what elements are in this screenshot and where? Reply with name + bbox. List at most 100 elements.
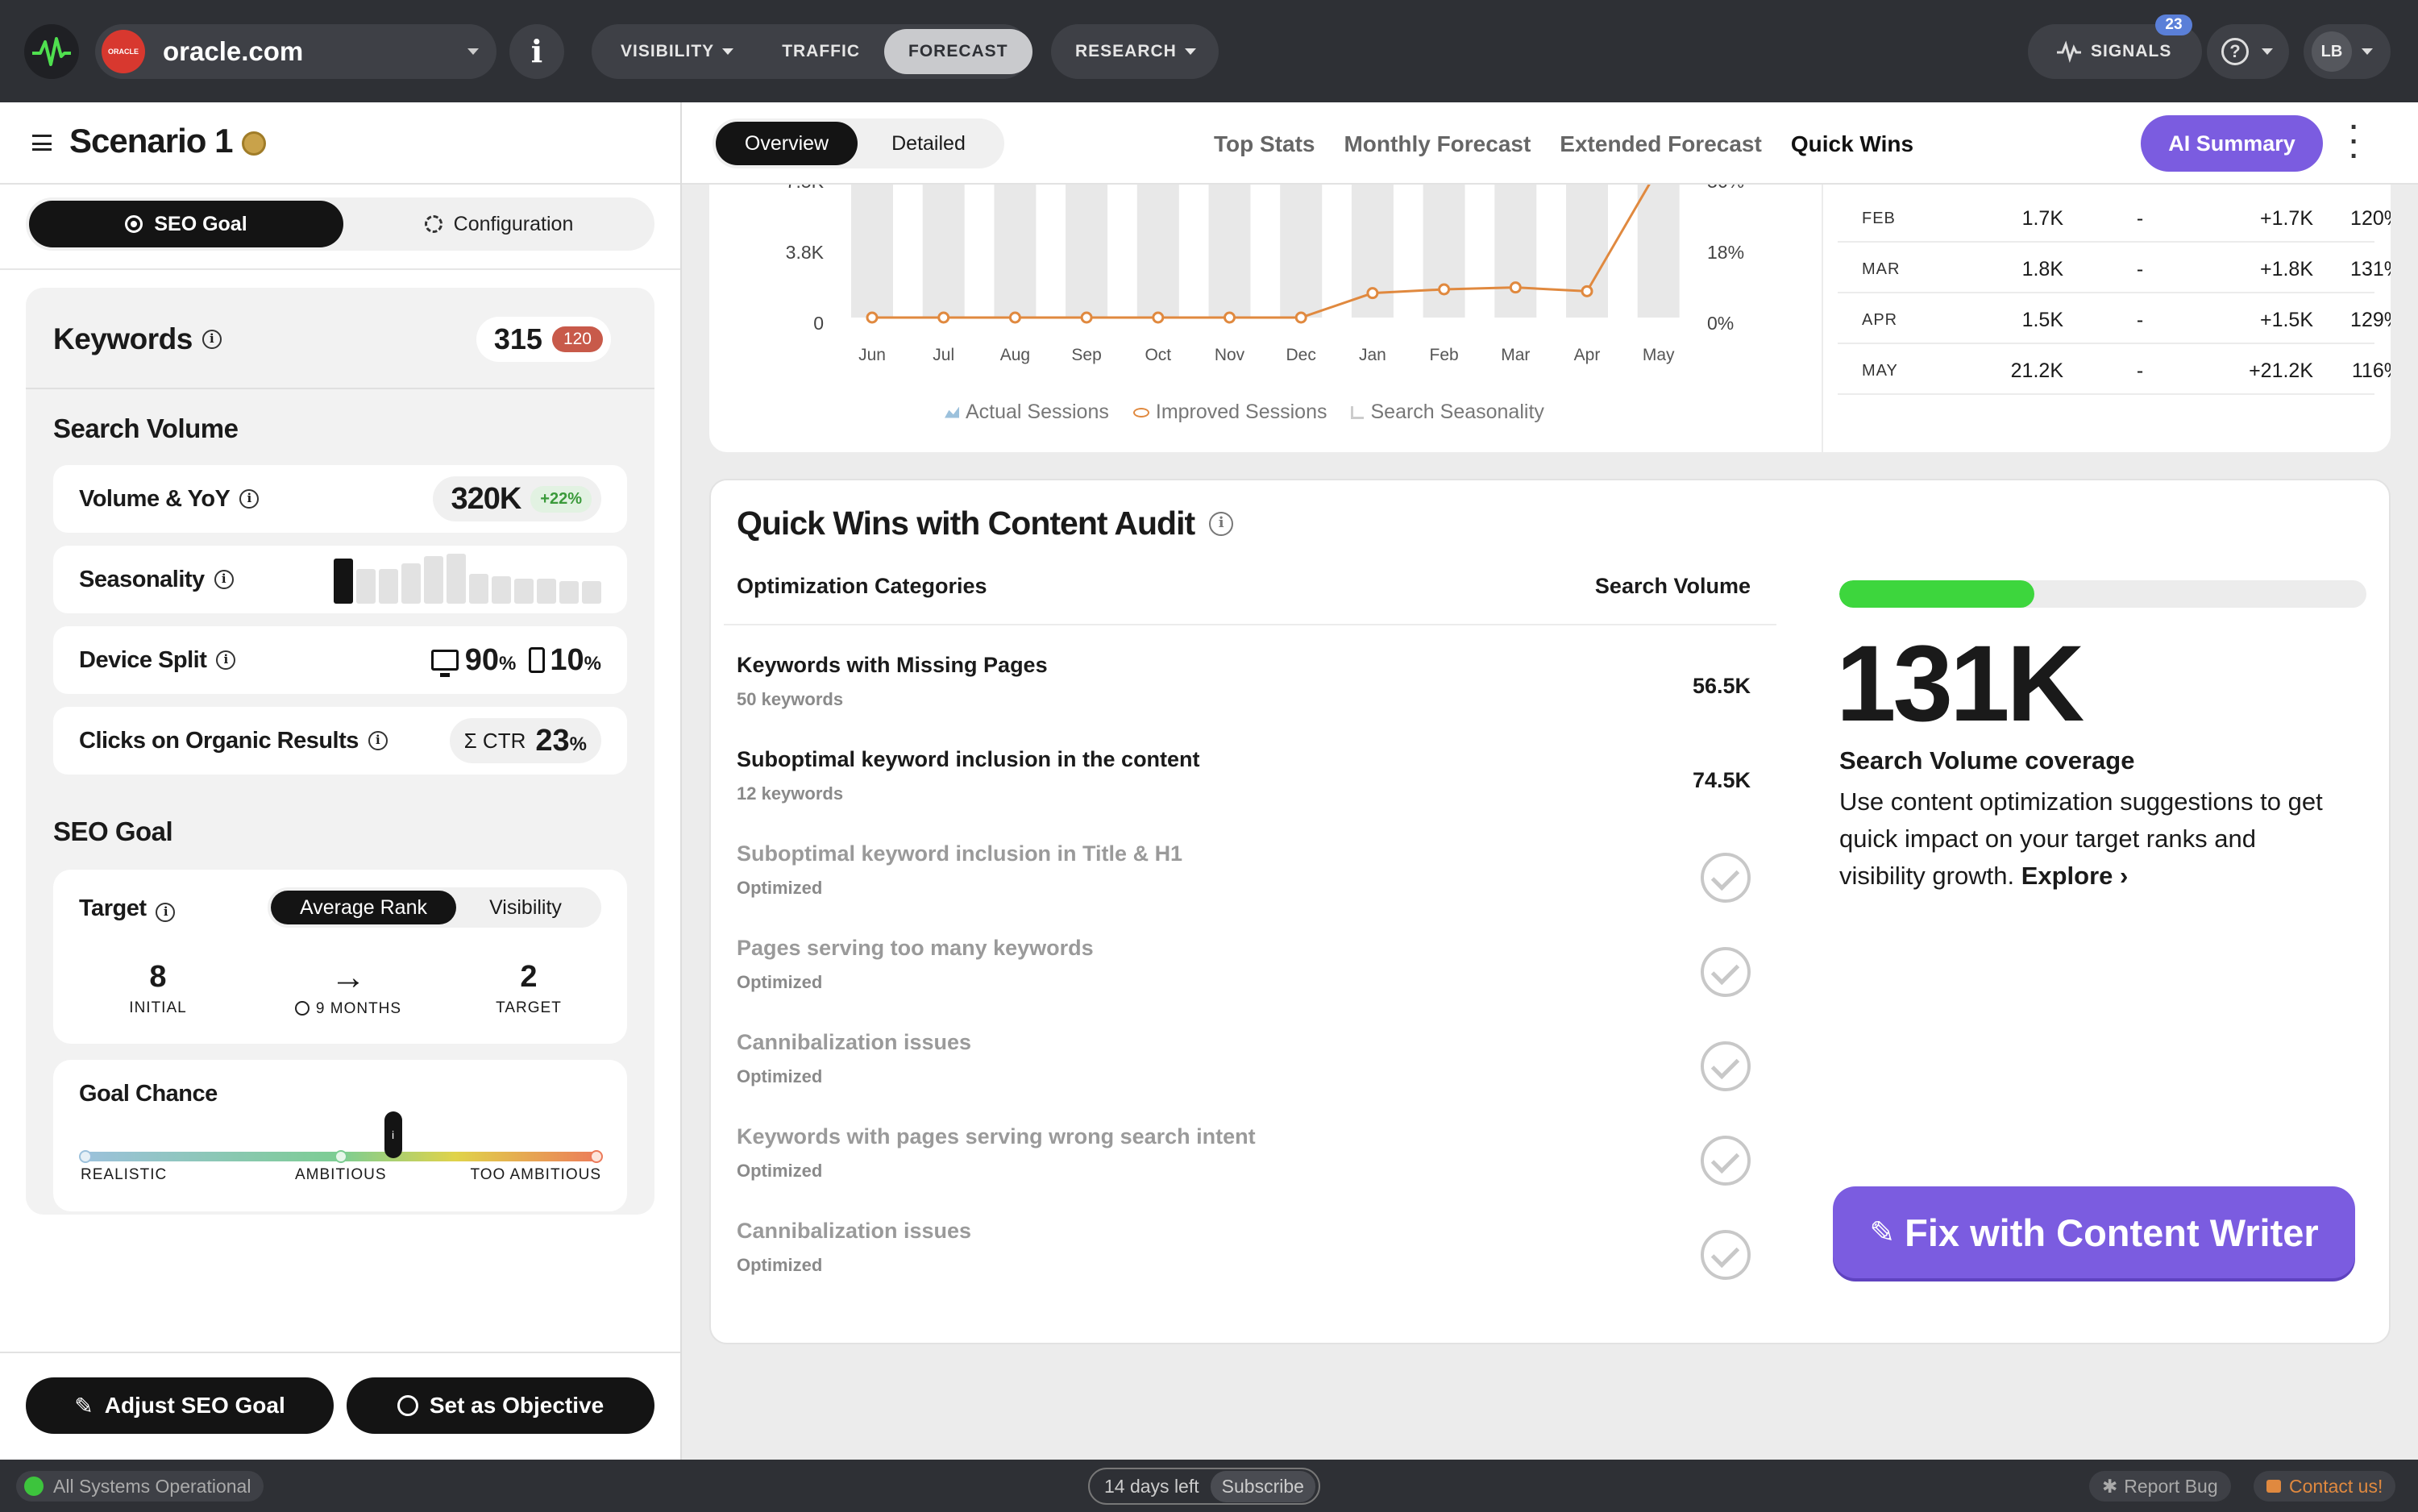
x-tick-label: Jan [1359,346,1386,364]
info-icon[interactable]: i [214,570,234,589]
user-menu[interactable]: LB [2304,24,2391,79]
nav-traffic[interactable]: TRAFFIC [758,29,884,74]
seasonality-bar [356,569,376,604]
initial-rank: 8 INITIAL [129,960,187,1016]
seasonality-bar [1423,185,1465,318]
table-cell: 1.7K [2021,206,2063,230]
contact-button[interactable]: Contact us! [2254,1471,2396,1502]
coverage-description: Use content optimization suggestions to … [1839,787,2323,890]
tab-monthly-forecast[interactable]: Monthly Forecast [1344,131,1531,157]
status-footer: All Systems Operational 14 days left Sub… [0,1460,2418,1512]
mobile-value: 10 [550,642,584,677]
seasonality-bar [514,579,534,604]
target-rank: 2 TARGET [496,960,562,1016]
list-item[interactable]: Keywords with Missing Pages 50 keywords 56… [737,653,1751,725]
list-item[interactable]: Suboptimal keyword inclusion in Title & … [737,841,1751,914]
list-item[interactable]: Cannibalization issues Optimized [737,1030,1751,1103]
category-subtitle: 12 keywords [737,783,844,804]
table-cell: MAY [1862,361,1898,380]
data-point[interactable] [1366,287,1379,300]
explore-link[interactable]: Explore › [2021,862,2129,890]
seasonality-bars [334,550,601,604]
category-title: Keywords with pages serving wrong search… [737,1124,1256,1149]
nav-visibility[interactable]: VISIBILITY [596,29,758,74]
nav-forecast[interactable]: FORECAST [884,29,1032,74]
category-subtitle: Optimized [737,1066,823,1086]
legend-search-seasonality[interactable]: Search Seasonality [1370,401,1543,424]
pencil-icon: ✎ [74,1393,93,1419]
adjust-seo-goal-button[interactable]: ✎ Adjust SEO Goal [26,1377,334,1434]
data-point[interactable] [1152,311,1165,324]
category-title: Keywords with Missing Pages [737,653,1048,677]
goal-chance-marker[interactable]: i [384,1111,402,1158]
data-point[interactable] [937,311,950,324]
info-icon[interactable]: i [216,650,236,670]
toggle-average-rank[interactable]: Average Rank [271,891,456,924]
chart-legend: Actual Sessions Improved Sessions Search… [945,401,1544,424]
report-bug-button[interactable]: ✱ Report Bug [2089,1471,2231,1502]
target-label: Target i [79,895,176,922]
tab-extended-forecast[interactable]: Extended Forecast [1560,131,1762,157]
tab-quick-wins[interactable]: Quick Wins [1791,131,1913,157]
tab-top-stats[interactable]: Top Stats [1214,131,1315,157]
tab-detailed[interactable]: Detailed [858,132,999,156]
seasonality-bar [424,556,443,604]
keywords-row: Keywords i 315 120 [53,315,627,363]
info-icon[interactable]: i [239,489,260,509]
keywords-badge: 120 [551,326,603,352]
list-item[interactable]: Cannibalization issues Optimized [737,1219,1751,1291]
ai-summary-button[interactable]: AI Summary [2141,115,2323,172]
volume-pill: 320K +22% [433,476,601,521]
data-point[interactable] [1509,281,1522,294]
info-button[interactable]: i [509,24,564,79]
table-cell: - [2136,308,2144,331]
chevron-down-icon [722,48,734,55]
info-icon[interactable]: i [156,903,176,922]
system-status[interactable]: All Systems Operational [16,1471,264,1502]
x-tick-label: Nov [1215,346,1245,364]
coverage-value: 131K [1836,624,2084,744]
tab-configuration[interactable]: Configuration [343,201,654,247]
info-icon[interactable]: i [202,330,222,349]
target-toggle: Average Rank Visibility [268,887,601,928]
list-item[interactable]: Pages serving too many keywords Optimized [737,936,1751,1008]
area-chart-icon [945,406,959,418]
category-title: Suboptimal keyword inclusion in the cont… [737,747,1200,771]
set-objective-button[interactable]: Set as Objective [347,1377,654,1434]
app-logo[interactable] [24,24,79,79]
data-point[interactable] [1080,311,1093,324]
category-title: Pages serving too many keywords [737,936,1094,960]
main-nav: VISIBILITY TRAFFIC FORECAST [592,24,1032,79]
tab-seo-goal[interactable]: SEO Goal [29,201,343,247]
data-point[interactable] [1294,311,1307,324]
menu-icon[interactable] [32,135,52,151]
label-too-ambitious: TOO AMBITIOUS [470,1166,601,1183]
legend-actual-sessions[interactable]: Actual Sessions [966,401,1109,424]
info-icon[interactable]: i [1209,511,1234,536]
fix-with-content-writer-button[interactable]: ✎ Fix with Content Writer [1833,1186,2355,1278]
category-subtitle: Optimized [737,972,823,992]
more-options-icon[interactable]: · · · [2342,114,2366,170]
data-point[interactable] [1224,311,1236,324]
check-circle-icon [1701,853,1751,903]
help-menu[interactable]: ? [2207,24,2289,79]
y2-tick-label: 36% [1707,185,1744,192]
nav-research[interactable]: RESEARCH [1051,24,1219,79]
list-item[interactable]: Suboptimal keyword inclusion in the cont… [737,747,1751,820]
toggle-visibility[interactable]: Visibility [456,896,595,920]
seasonality-bar [379,569,398,604]
tab-overview[interactable]: Overview [716,122,858,165]
data-point[interactable] [1581,285,1593,297]
seasonality-bar [1637,185,1680,318]
data-point[interactable] [866,311,879,324]
list-item[interactable]: Keywords with pages serving wrong search… [737,1124,1751,1197]
label-ambitious: AMBITIOUS [295,1166,387,1183]
help-icon: ? [2221,38,2249,65]
domain-selector[interactable]: ORACLE oracle.com [95,24,496,79]
legend-improved-sessions[interactable]: Improved Sessions [1156,401,1327,424]
subscribe-button[interactable]: Subscribe [1210,1470,1315,1502]
data-point[interactable] [1008,311,1021,324]
data-point[interactable] [1438,283,1451,296]
table-cell: APR [1862,310,1898,329]
info-icon[interactable]: i [368,731,388,750]
